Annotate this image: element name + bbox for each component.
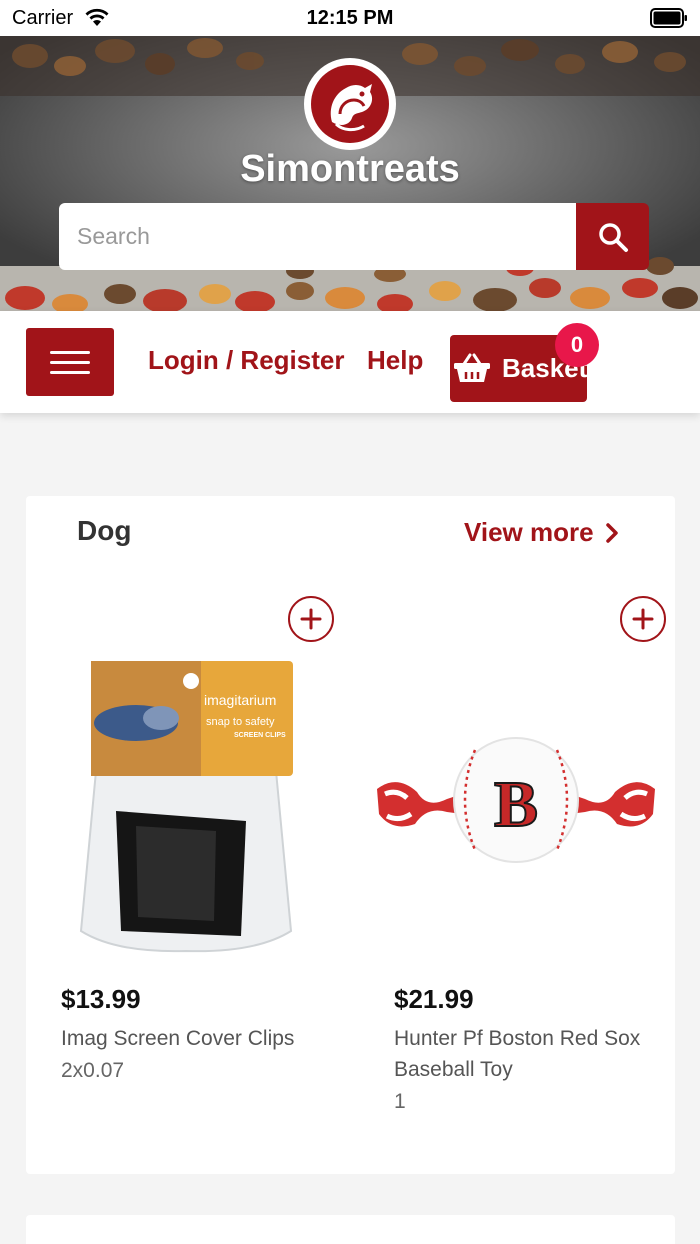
brand-title: Simontreats: [240, 148, 460, 190]
category-card-next: [26, 1215, 675, 1244]
hamburger-icon-line: [50, 370, 90, 374]
plus-icon: [632, 608, 654, 630]
hero-banner: Simontreats: [0, 36, 700, 311]
product-price: $13.99: [61, 984, 141, 1014]
product-card[interactable]: B $21.99 Hunter Pf Boston Red Sox Baseba…: [359, 496, 666, 1174]
basket-count-badge: 0: [555, 323, 599, 367]
product-size: 2x0.07: [61, 1059, 125, 1082]
brand-logo: [304, 58, 396, 150]
baseball-letter: B: [494, 768, 538, 841]
add-to-basket-button[interactable]: [288, 596, 334, 642]
product-image-baseball-toy: B: [377, 737, 655, 863]
status-bar: Carrier 12:15 PM: [0, 0, 700, 36]
clock: 12:15 PM: [306, 7, 394, 29]
help-link[interactable]: Help: [367, 345, 423, 376]
search-input[interactable]: [59, 203, 577, 270]
search-icon: [598, 222, 628, 252]
package-brand-text: imagitarium: [204, 692, 276, 708]
search-button[interactable]: [576, 203, 649, 270]
package-subtitle-text: SCREEN CLIPS: [234, 732, 286, 739]
product-size: 1: [394, 1090, 406, 1113]
product-name: Imag Screen Cover Clips: [61, 1027, 295, 1050]
nav-bar: Login / Register Help Basket 0: [0, 311, 700, 413]
package-tagline-text: snap to safety: [206, 716, 275, 728]
menu-button[interactable]: [26, 328, 114, 396]
battery-icon: [650, 8, 687, 28]
login-register-link[interactable]: Login / Register: [148, 345, 344, 376]
product-card[interactable]: imagitarium snap to safety SCREEN CLIPS …: [26, 496, 334, 1174]
hamburger-icon-line: [50, 350, 90, 354]
hamburger-icon-line: [50, 360, 90, 364]
plus-icon: [300, 608, 322, 630]
pet-logo-icon: [311, 65, 389, 143]
add-to-basket-button[interactable]: [620, 596, 666, 642]
product-image-screen-clips: imagitarium snap to safety SCREEN CLIPS: [79, 661, 293, 953]
basket-icon: [454, 353, 490, 382]
product-name: Hunter Pf Boston Red Sox Baseball Toy: [394, 1027, 641, 1081]
category-card-dog: Dog View more imagitarium snap to safety…: [26, 496, 675, 1174]
product-price: $21.99: [394, 984, 474, 1014]
